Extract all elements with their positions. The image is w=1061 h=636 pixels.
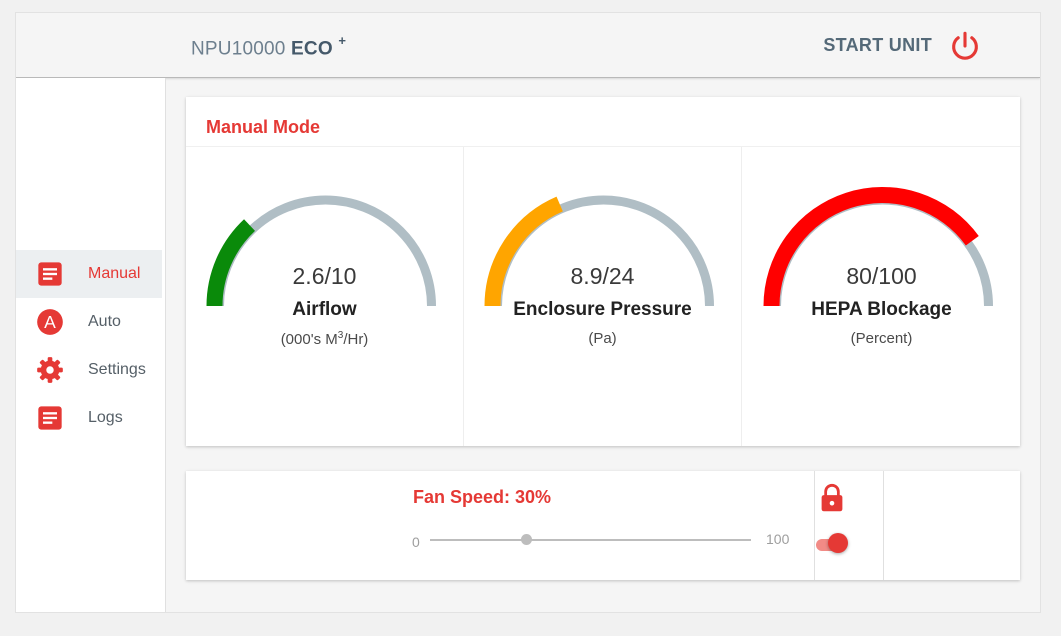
gauge-enclosure-pressure: 8.9/24 Enclosure Pressure (Pa)	[463, 147, 741, 446]
gauge-hepa-blockage: 80/100 HEPA Blockage (Percent)	[741, 147, 1021, 446]
gauge-label: HEPA Blockage	[811, 299, 952, 320]
gauge-unit: (Pa)	[588, 330, 617, 347]
sidebar-item-label: Auto	[88, 313, 121, 330]
sidebar-item-label: Manual	[88, 265, 141, 282]
edition-name: ECO	[291, 38, 333, 60]
sidebar-item-logs[interactable]: Logs	[16, 394, 162, 442]
start-unit-button[interactable]: START UNIT	[823, 35, 932, 56]
unit-text: (000's M	[280, 331, 338, 348]
gear-icon	[37, 357, 63, 383]
sidebar-item-label: Logs	[88, 409, 123, 426]
fan-speed-card: Fan Speed: 30% 0 100	[186, 471, 1020, 580]
gauge-unit: (Percent)	[850, 330, 913, 347]
lock-icon[interactable]	[818, 483, 846, 513]
sidebar-item-settings[interactable]: Settings	[16, 346, 162, 394]
power-icon[interactable]	[948, 29, 982, 63]
fan-speed-label: Fan Speed: 30%	[413, 487, 552, 507]
gauge-airflow: 2.6/10 Airflow (000's M3/Hr)	[186, 147, 463, 446]
sidebar-item-label: Settings	[88, 361, 146, 378]
fan-speed-slider[interactable]	[430, 539, 751, 541]
edition-sup: +	[338, 33, 347, 48]
slider-thumb[interactable]	[520, 534, 532, 545]
document-icon	[38, 406, 62, 430]
gauge-track	[215, 195, 436, 307]
gauge-value: 8.9/24	[570, 263, 635, 289]
gauge-value: 80/100	[846, 263, 917, 289]
model-name: NPU10000	[191, 38, 286, 60]
sidebar-item-auto[interactable]: A Auto	[16, 298, 162, 346]
unit-text: /Hr)	[343, 331, 369, 348]
gauge-unit: (000's M3/Hr)	[186, 330, 463, 348]
slider-min-label: 0	[412, 534, 420, 550]
toggle-thumb	[828, 533, 848, 553]
auto-a-icon: A	[37, 309, 63, 335]
svg-text:A: A	[44, 312, 56, 332]
unit-title: NPU10000 ECO +	[191, 33, 347, 60]
gauge-label: Enclosure Pressure	[513, 299, 692, 320]
app-window: NPU10000 ECO + START UNIT Manual A Auto	[15, 12, 1041, 613]
slider-max-label: 100	[766, 531, 790, 547]
divider	[883, 471, 884, 580]
document-icon	[38, 262, 62, 286]
sidebar: Manual A Auto Settings Logs	[16, 78, 166, 612]
card-title: Manual Mode	[206, 117, 321, 137]
divider	[814, 471, 815, 580]
sidebar-item-manual[interactable]: Manual	[16, 250, 162, 298]
lock-toggle[interactable]	[816, 533, 852, 557]
gauge-label: Airflow	[292, 299, 357, 320]
gauge-value: 2.6/10	[292, 263, 357, 289]
manual-mode-card: Manual Mode 2.6/10 Airflow (000's M3/Hr)…	[186, 97, 1020, 446]
top-bar: NPU10000 ECO + START UNIT	[16, 13, 1040, 78]
